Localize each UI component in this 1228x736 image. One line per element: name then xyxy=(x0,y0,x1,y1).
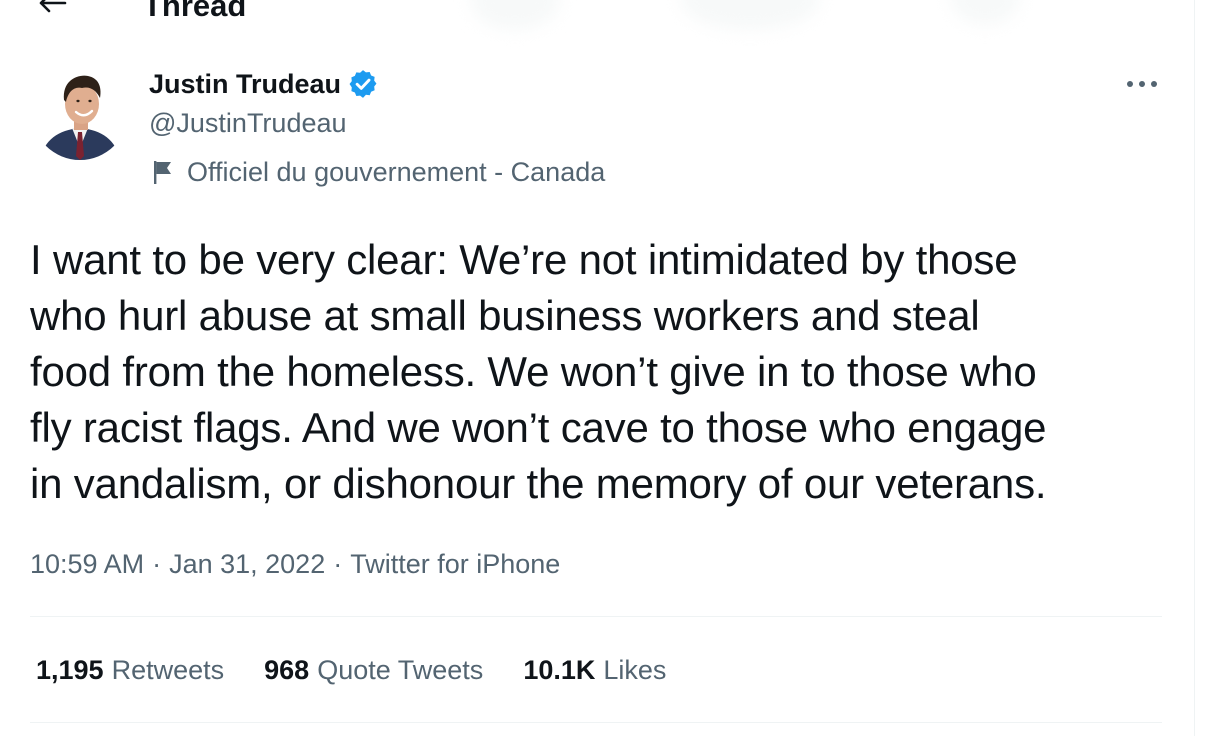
header-blur xyxy=(950,0,1020,25)
flag-icon xyxy=(151,158,175,186)
verified-badge-icon xyxy=(347,68,379,100)
avatar[interactable] xyxy=(32,64,128,160)
more-button[interactable] xyxy=(1120,66,1164,102)
likes-label: Likes xyxy=(603,654,667,685)
quote-tweets-count: 968 xyxy=(264,654,310,685)
author-name-row[interactable]: Justin Trudeau xyxy=(149,66,379,102)
header-blur xyxy=(470,0,560,30)
divider xyxy=(30,616,1162,617)
author-handle[interactable]: @JustinTrudeau xyxy=(149,105,347,141)
meta-separator: · xyxy=(152,548,162,579)
divider xyxy=(30,722,1162,723)
likes-count: 10.1K xyxy=(523,654,596,685)
page-title: Thread xyxy=(143,0,247,23)
tweet-text: I want to be very clear: We’re not intim… xyxy=(30,236,1047,507)
back-arrow-icon xyxy=(37,0,67,18)
retweets-stat[interactable]: 1,195 Retweets xyxy=(36,655,224,686)
column-border xyxy=(1194,0,1195,736)
back-button[interactable] xyxy=(30,0,74,20)
retweets-count: 1,195 xyxy=(36,654,104,685)
government-label[interactable]: Officiel du gouvernement - Canada xyxy=(151,154,605,190)
quote-tweets-label: Quote Tweets xyxy=(317,654,484,685)
tweet-source[interactable]: Twitter for iPhone xyxy=(350,549,560,580)
thread-header: Thread xyxy=(0,0,1194,40)
government-label-text: Officiel du gouvernement - Canada xyxy=(187,156,606,187)
more-icon xyxy=(1125,75,1159,93)
tweet-meta: 10:59 AM · Jan 31, 2022 · Twitter for iP… xyxy=(30,545,560,583)
author-name[interactable]: Justin Trudeau xyxy=(149,69,341,100)
tweet-stats: 1,195 Retweets 968 Quote Tweets 10.1K Li… xyxy=(36,650,706,690)
tweet-time[interactable]: 10:59 AM xyxy=(30,549,144,580)
quote-tweets-stat[interactable]: 968 Quote Tweets xyxy=(264,655,483,686)
header-blur xyxy=(680,0,820,30)
tweet-date[interactable]: Jan 31, 2022 xyxy=(169,549,325,580)
retweets-label: Retweets xyxy=(111,654,225,685)
likes-stat[interactable]: 10.1K Likes xyxy=(523,655,666,686)
meta-separator: · xyxy=(333,548,343,579)
